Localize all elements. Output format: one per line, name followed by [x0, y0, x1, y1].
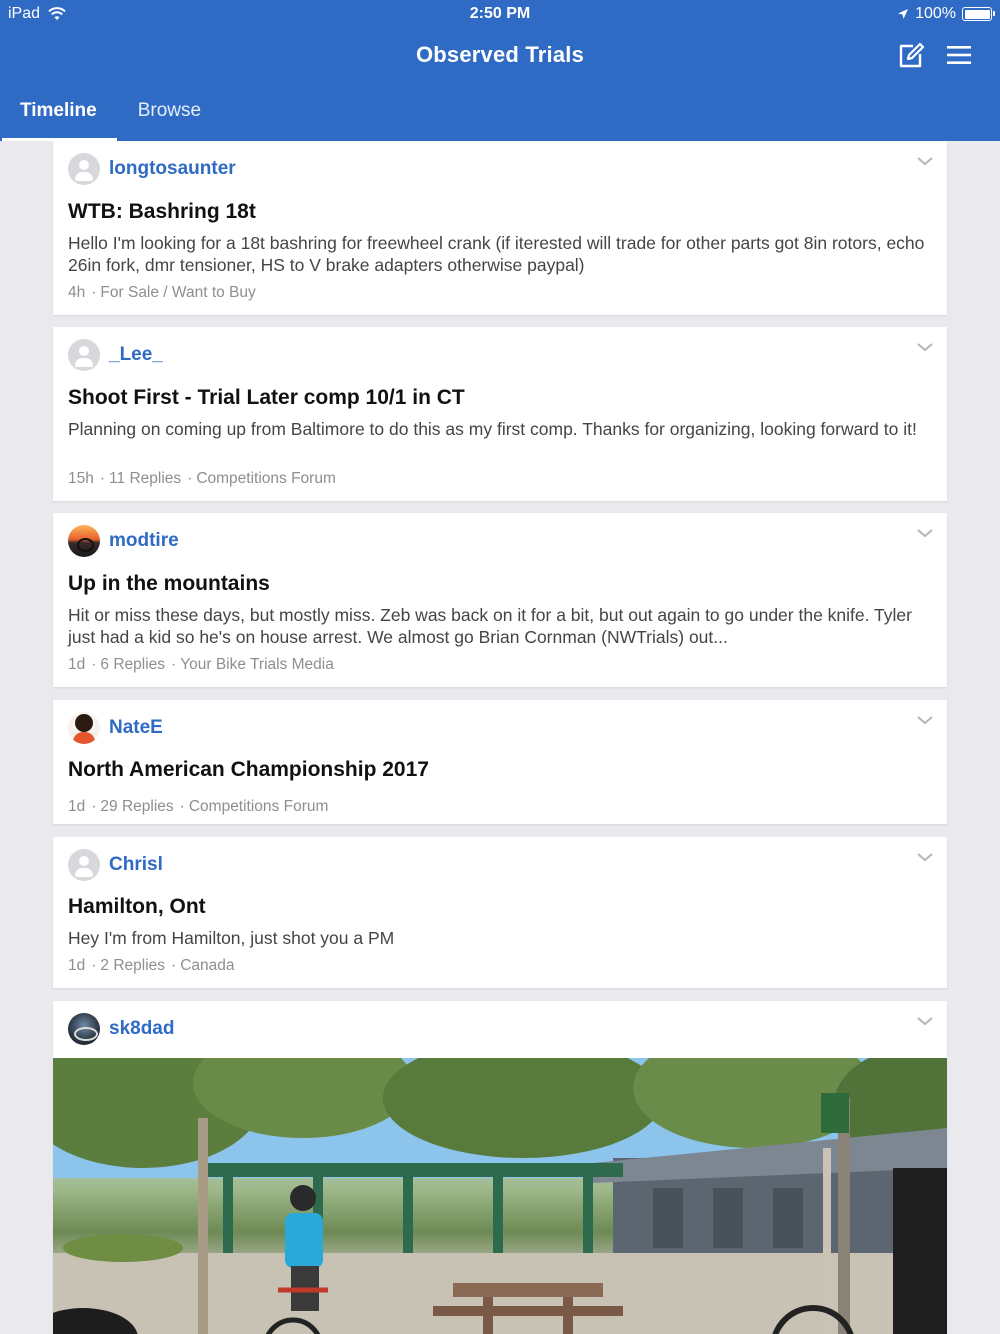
post-excerpt: Hit or miss these days, but mostly miss.… [68, 605, 912, 647]
status-right: 100% [897, 5, 995, 23]
post-time: 1d [68, 798, 86, 815]
avatar[interactable] [68, 849, 100, 881]
username[interactable]: Chrisl [109, 854, 163, 876]
post-forum[interactable]: Competitions Forum [196, 470, 336, 488]
chevron-down-icon[interactable] [916, 155, 934, 167]
post-author[interactable]: _Lee_ [68, 339, 163, 371]
post-card[interactable]: sk8dad [53, 1001, 947, 1334]
post-time: 1d [68, 957, 86, 974]
chevron-down-icon[interactable] [916, 527, 934, 539]
hamburger-menu-icon[interactable] [944, 40, 974, 70]
post-excerpt: Hey I'm from Hamilton, just shot you a P… [68, 928, 395, 948]
post-meta: 4h · For Sale / Want to Buy [68, 284, 256, 302]
username[interactable]: sk8dad [109, 1018, 174, 1040]
post-meta: 1d · 2 Replies · Canada [68, 957, 235, 975]
post-title[interactable]: Shoot First - Trial Later comp 10/1 in C… [68, 386, 465, 410]
post-excerpt: Planning on coming up from Baltimore to … [68, 419, 917, 439]
post-title[interactable]: WTB: Bashring 18t [68, 200, 256, 224]
park-photo [53, 1058, 947, 1334]
separator-dot: · [91, 656, 97, 673]
post-author[interactable]: modtire [68, 525, 179, 557]
tab-browse[interactable]: Browse [117, 90, 221, 141]
username[interactable]: _Lee_ [109, 344, 163, 366]
chevron-down-icon[interactable] [916, 851, 934, 863]
location-arrow-icon [898, 9, 909, 19]
post-card[interactable]: longtosaunter WTB: Bashring 18t Hello I'… [53, 141, 947, 315]
username[interactable]: modtire [109, 530, 179, 552]
separator-dot: · [91, 284, 97, 301]
post-forum[interactable]: Your Bike Trials Media [180, 656, 334, 674]
avatar[interactable] [68, 1013, 100, 1045]
avatar[interactable] [68, 339, 100, 371]
separator-dot: · [99, 470, 106, 487]
post-title[interactable]: Up in the mountains [68, 572, 270, 596]
battery-percent: 100% [915, 5, 956, 22]
separator-dot: · [91, 957, 97, 974]
post-replies: 2 Replies [100, 957, 166, 974]
post-author[interactable]: NateE [68, 712, 163, 744]
tab-bar: Timeline Browse [0, 90, 221, 141]
post-forum[interactable]: Canada [180, 957, 234, 975]
separator-dot: · [179, 798, 185, 815]
chevron-down-icon[interactable] [916, 714, 934, 726]
avatar[interactable] [68, 712, 100, 744]
separator-dot: · [171, 656, 177, 673]
post-card[interactable]: modtire Up in the mountains Hit or miss … [53, 513, 947, 687]
post-author[interactable]: sk8dad [68, 1013, 174, 1045]
username[interactable]: longtosaunter [109, 158, 236, 180]
post-title[interactable]: North American Championship 2017 [68, 758, 429, 782]
clock: 2:50 PM [469, 5, 531, 22]
post-card[interactable]: Chrisl Hamilton, Ont Hey I'm from Hamilt… [53, 837, 947, 988]
post-meta: 1d · 6 Replies · Your Bike Trials Media [68, 656, 334, 674]
separator-dot: · [91, 798, 97, 815]
post-author[interactable]: longtosaunter [68, 153, 236, 185]
separator-dot: · [187, 470, 193, 487]
compose-icon[interactable] [896, 40, 926, 70]
post-replies: 11 Replies [109, 470, 182, 487]
app-header: iPad 2:50 PM 100% Observed Trials Timeli… [0, 0, 1000, 141]
post-photo[interactable] [53, 1058, 947, 1334]
separator-dot: · [171, 957, 177, 974]
chevron-down-icon[interactable] [916, 1015, 934, 1027]
username[interactable]: NateE [109, 717, 163, 739]
post-title[interactable]: Hamilton, Ont [68, 895, 206, 919]
page-title: Observed Trials [415, 42, 585, 67]
post-time: 1d [68, 656, 86, 673]
post-replies: 6 Replies [100, 656, 166, 673]
tab-timeline[interactable]: Timeline [0, 90, 117, 141]
avatar[interactable] [68, 153, 100, 185]
post-forum[interactable]: Competitions Forum [189, 798, 329, 816]
status-bar: iPad 2:50 PM 100% [0, 0, 1000, 28]
post-time: 15h [68, 470, 94, 487]
avatar[interactable] [68, 525, 100, 557]
post-meta: 15h · 11 Replies · Competitions Forum [68, 470, 336, 488]
post-forum[interactable]: For Sale / Want to Buy [100, 284, 255, 302]
post-time: 4h [68, 284, 86, 301]
post-meta: 1d · 29 Replies · Competitions Forum [68, 798, 328, 816]
chevron-down-icon[interactable] [916, 341, 934, 353]
post-card[interactable]: _Lee_ Shoot First - Trial Later comp 10/… [53, 327, 947, 501]
battery-icon [962, 7, 995, 21]
post-card[interactable]: NateE North American Championship 2017 1… [53, 700, 947, 824]
post-replies: 29 Replies [100, 798, 174, 815]
post-excerpt: Hello I'm looking for a 18t bashring for… [68, 233, 925, 275]
post-author[interactable]: Chrisl [68, 849, 163, 881]
